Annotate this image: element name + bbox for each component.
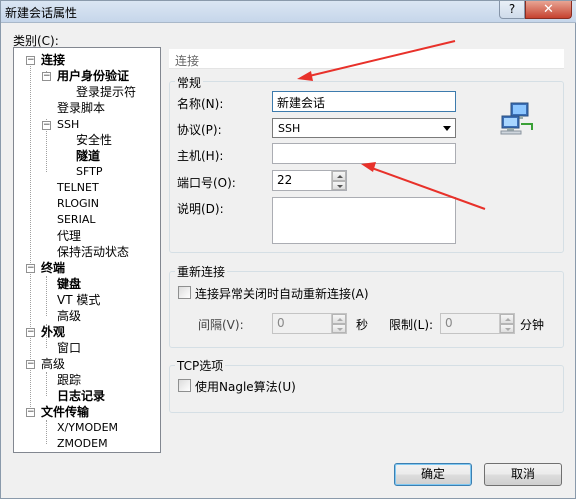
- tree-item-ssh[interactable]: SSH: [57, 117, 79, 133]
- tree-item-zmodem[interactable]: ZMODEM: [57, 436, 108, 452]
- tree-item-trace[interactable]: 跟踪: [57, 372, 81, 388]
- spin-up-icon[interactable]: [332, 171, 346, 181]
- tree-item-connection[interactable]: 连接: [41, 52, 65, 68]
- spin-up-icon: [332, 314, 346, 324]
- tree-item-xymodem[interactable]: X/YMODEM: [57, 420, 118, 436]
- auto-reconnect-label: 连接异常关闭时自动重新连接(A): [195, 287, 369, 301]
- limit-unit: 分钟: [520, 318, 545, 332]
- ok-button[interactable]: 确定: [394, 463, 472, 486]
- category-tree[interactable]: 连接 − 用户身份验证 − 登录提示符 登录脚本 SSH − 安全性 隧道 SF…: [13, 47, 161, 453]
- tree-item-keep-alive[interactable]: 保持活动状态: [57, 244, 129, 260]
- name-input[interactable]: 新建会话: [272, 91, 456, 112]
- collapse-icon[interactable]: −: [26, 360, 35, 369]
- tree-item-user-auth[interactable]: 用户身份验证: [57, 68, 129, 84]
- chevron-down-icon: [443, 126, 451, 131]
- spin-down-icon: [332, 323, 346, 333]
- network-computers-icon: [500, 102, 533, 135]
- nagle-label: 使用Nagle算法(U): [195, 380, 296, 394]
- tree-item-security[interactable]: 安全性: [76, 132, 112, 148]
- help-button[interactable]: ?: [499, 1, 525, 19]
- port-label: 端口号(O):: [177, 176, 236, 190]
- tree-item-appearance[interactable]: 外观: [41, 324, 65, 340]
- limit-label: 限制(L):: [389, 318, 434, 332]
- interval-spinner: [331, 314, 346, 333]
- reconnect-group: [169, 271, 564, 348]
- description-label: 说明(D):: [177, 202, 224, 216]
- interval-unit: 秒: [356, 318, 369, 332]
- collapse-icon[interactable]: −: [42, 72, 51, 81]
- limit-spinner: [499, 314, 514, 333]
- host-input[interactable]: [272, 143, 456, 164]
- protocol-select[interactable]: SSH: [272, 118, 456, 138]
- collapse-icon[interactable]: −: [26, 264, 35, 273]
- reconnect-group-title: 重新连接: [175, 263, 228, 280]
- tree-item-advanced[interactable]: 高级: [41, 356, 65, 372]
- spin-down-icon: [500, 323, 514, 333]
- spin-down-icon[interactable]: [332, 180, 346, 190]
- collapse-icon[interactable]: −: [42, 121, 51, 130]
- tree-item-logging[interactable]: 日志记录: [57, 388, 105, 404]
- host-label: 主机(H):: [177, 149, 224, 163]
- cancel-button[interactable]: 取消: [484, 463, 562, 486]
- tcp-options-title: TCP选项: [175, 357, 226, 374]
- tree-item-window[interactable]: 窗口: [57, 340, 81, 356]
- panel-header: 连接: [169, 49, 564, 69]
- tree-item-terminal-advanced[interactable]: 高级: [57, 308, 81, 324]
- dialog-window: 新建会话属性 ? ✕ 类别(C): 连接 − 用户身份验证 − 登录提示符 登录…: [0, 0, 576, 499]
- protocol-label: 协议(P):: [177, 123, 222, 137]
- interval-value: 0: [277, 316, 285, 330]
- tree-item-login-script[interactable]: 登录脚本: [57, 100, 105, 116]
- title-bar: 新建会话属性 ? ✕: [1, 1, 576, 23]
- spin-up-icon: [500, 314, 514, 324]
- general-group-title: 常规: [175, 74, 204, 91]
- annotation-arrowhead: [297, 71, 313, 81]
- collapse-icon[interactable]: −: [26, 328, 35, 337]
- tree-item-vt-mode[interactable]: VT 模式: [57, 292, 100, 308]
- panel-title: 连接: [175, 54, 200, 68]
- port-value: 22: [277, 173, 293, 187]
- tree-item-sftp[interactable]: SFTP: [76, 164, 102, 180]
- collapse-icon[interactable]: −: [26, 408, 35, 417]
- tree-item-proxy[interactable]: 代理: [57, 228, 81, 244]
- auto-reconnect-checkbox[interactable]: [178, 286, 191, 299]
- tree-line: [46, 276, 47, 316]
- tree-item-tunnels[interactable]: 隧道: [76, 148, 100, 164]
- tree-item-login-prompts[interactable]: 登录提示符: [76, 84, 136, 100]
- tree-item-serial[interactable]: SERIAL: [57, 212, 95, 228]
- tree-item-telnet[interactable]: TELNET: [57, 180, 99, 196]
- tree-item-rlogin[interactable]: RLOGIN: [57, 196, 99, 212]
- protocol-value: SSH: [278, 122, 301, 135]
- tree-line: [46, 372, 47, 396]
- window-title: 新建会话属性: [5, 6, 78, 20]
- tree-item-file-transfer[interactable]: 文件传输: [41, 404, 89, 420]
- close-button[interactable]: ✕: [525, 1, 572, 19]
- name-label: 名称(N):: [177, 97, 224, 111]
- tree-item-terminal[interactable]: 终端: [41, 260, 65, 276]
- description-input[interactable]: [272, 197, 456, 244]
- port-spinner[interactable]: [331, 171, 346, 190]
- interval-label: 间隔(V):: [198, 318, 244, 332]
- nagle-checkbox[interactable]: [178, 379, 191, 392]
- collapse-icon[interactable]: −: [26, 56, 35, 65]
- tree-item-keyboard[interactable]: 键盘: [57, 276, 81, 292]
- limit-value: 0: [445, 316, 453, 330]
- tree-line: [46, 420, 47, 444]
